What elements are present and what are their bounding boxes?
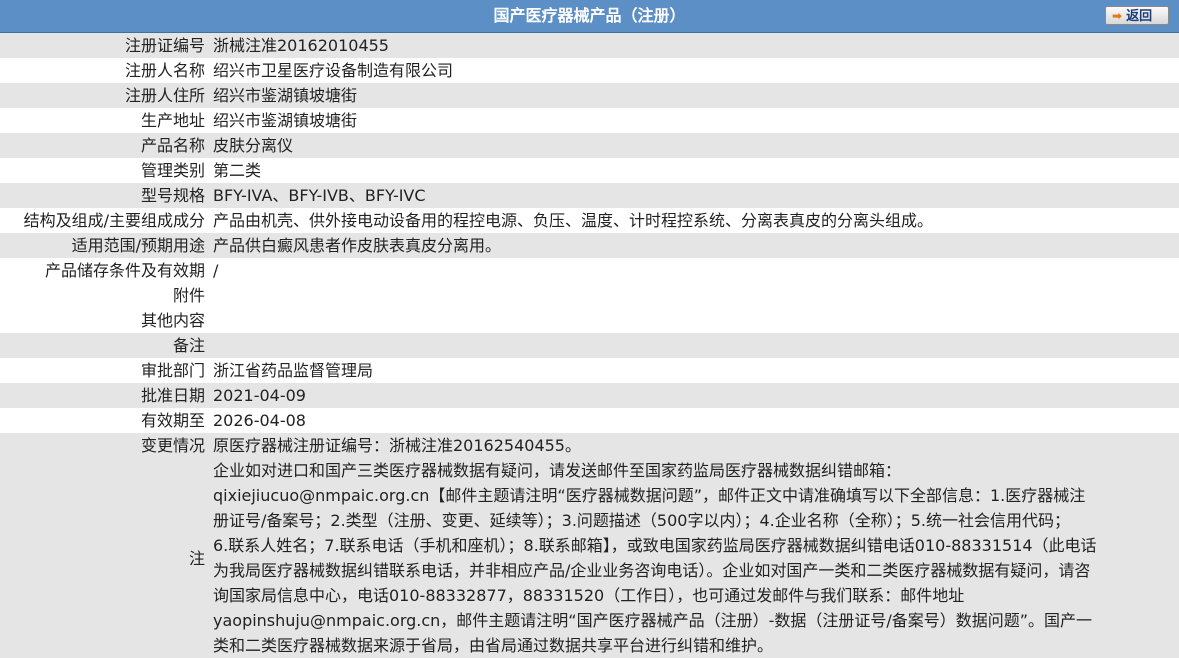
field-value: 绍兴市卫星医疗设备制造有限公司 — [209, 58, 1179, 83]
table-row: 产品名称 皮肤分离仪 — [0, 133, 1179, 158]
field-label: 注册人住所 — [0, 83, 209, 108]
field-label: 管理类别 — [0, 158, 209, 183]
back-button-label: 返回 — [1126, 9, 1153, 24]
table-row: 变更情况 原医疗器械注册证编号：浙械注准20162540455。 — [0, 433, 1179, 458]
note-line: 询国家局信息中心，电话010-88332877，88331520（工作日），也可… — [213, 586, 965, 605]
table-row: 其他内容 — [0, 308, 1179, 333]
detail-table: 注册证编号 浙械注准20162010455 注册人名称 绍兴市卫星医疗设备制造有… — [0, 33, 1179, 658]
note-line: yaopinshuju@nmpaic.org.cn，邮件主题请注明“国产医疗器械… — [213, 611, 1093, 630]
note-line: qixiejiucuo@nmpaic.org.cn【邮件主题请注明“医疗器械数据… — [213, 486, 1086, 505]
table-row: 注册证编号 浙械注准20162010455 — [0, 33, 1179, 58]
field-value: 绍兴市鉴湖镇坡塘街 — [209, 83, 1179, 108]
field-label: 结构及组成/主要组成成分 — [0, 208, 209, 233]
field-value: 第二类 — [209, 158, 1179, 183]
field-label: 产品名称 — [0, 133, 209, 158]
note-line: 为我局医疗器械数据纠错联系电话，并非相应产品/企业业务咨询电话）。企业如对国产一… — [213, 561, 1091, 580]
note-row: 注 企业如对进口和国产三类医疗器械数据有疑问，请发送邮件至国家药监局医疗器械数据… — [0, 458, 1179, 658]
field-value: 浙江省药品监督管理局 — [209, 358, 1179, 383]
page-title: 国产医疗器械产品（注册） — [493, 6, 686, 25]
table-row: 备注 — [0, 333, 1179, 358]
field-label: 备注 — [0, 333, 209, 358]
note-line: 企业如对进口和国产三类医疗器械数据有疑问，请发送邮件至国家药监局医疗器械数据纠错… — [213, 461, 902, 480]
field-value: / — [209, 258, 1179, 283]
field-value: 皮肤分离仪 — [209, 133, 1179, 158]
table-row: 结构及组成/主要组成成分 产品由机壳、供外接电动设备用的程控电源、负压、温度、计… — [0, 208, 1179, 233]
table-row: 生产地址 绍兴市鉴湖镇坡塘街 — [0, 108, 1179, 133]
field-value: 2021-04-09 — [209, 383, 1179, 408]
table-row: 注册人名称 绍兴市卫星医疗设备制造有限公司 — [0, 58, 1179, 83]
field-label: 有效期至 — [0, 408, 209, 433]
field-value: BFY-IVA、BFY-IVB、BFY-IVC — [209, 183, 1179, 208]
field-value — [209, 283, 1179, 308]
table-row: 有效期至 2026-04-08 — [0, 408, 1179, 433]
field-value: 产品由机壳、供外接电动设备用的程控电源、负压、温度、计时程控系统、分离表真皮的分… — [209, 208, 1179, 233]
field-value: 2026-04-08 — [209, 408, 1179, 433]
title-bar: 国产医疗器械产品（注册） ➡ 返回 — [0, 0, 1179, 33]
field-label: 注册证编号 — [0, 33, 209, 58]
note-line: 册证号/备案号；2.类型（注册、变更、延续等）；3.问题描述（500字以内）；4… — [213, 511, 1070, 530]
note-line: 6.联系人姓名；7.联系电话（手机和座机）；8.联系邮箱】，或致电国家药监局医疗… — [213, 536, 1097, 555]
table-row: 适用范围/预期用途 产品供白癜风患者作皮肤表真皮分离用。 — [0, 233, 1179, 258]
note-line: 类和二类医疗器械数据来源于省局，由省局通过数据共享平台进行纠错和维护。 — [213, 636, 774, 655]
table-row: 批准日期 2021-04-09 — [0, 383, 1179, 408]
field-label: 型号规格 — [0, 183, 209, 208]
field-label: 变更情况 — [0, 433, 209, 458]
field-label: 产品储存条件及有效期 — [0, 258, 209, 283]
field-label: 生产地址 — [0, 108, 209, 133]
arrow-right-icon: ➡ — [1112, 9, 1123, 23]
table-row: 注册人住所 绍兴市鉴湖镇坡塘街 — [0, 83, 1179, 108]
field-value — [209, 333, 1179, 358]
table-row: 型号规格 BFY-IVA、BFY-IVB、BFY-IVC — [0, 183, 1179, 208]
field-label: 其他内容 — [0, 308, 209, 333]
field-value: 浙械注准20162010455 — [209, 33, 1179, 58]
field-value — [209, 308, 1179, 333]
field-value: 原医疗器械注册证编号：浙械注准20162540455。 — [209, 433, 1179, 458]
back-button[interactable]: ➡ 返回 — [1105, 6, 1169, 25]
field-value: 产品供白癜风患者作皮肤表真皮分离用。 — [209, 233, 1179, 258]
field-label: 适用范围/预期用途 — [0, 233, 209, 258]
field-value: 绍兴市鉴湖镇坡塘街 — [209, 108, 1179, 133]
field-label: 审批部门 — [0, 358, 209, 383]
field-label: 附件 — [0, 283, 209, 308]
table-row: 管理类别 第二类 — [0, 158, 1179, 183]
table-row: 产品储存条件及有效期 / — [0, 258, 1179, 283]
note-label: 注 — [0, 458, 209, 658]
note-text: 企业如对进口和国产三类医疗器械数据有疑问，请发送邮件至国家药监局医疗器械数据纠错… — [209, 458, 1179, 658]
table-row: 附件 — [0, 283, 1179, 308]
field-label: 批准日期 — [0, 383, 209, 408]
field-label: 注册人名称 — [0, 58, 209, 83]
table-row: 审批部门 浙江省药品监督管理局 — [0, 358, 1179, 383]
